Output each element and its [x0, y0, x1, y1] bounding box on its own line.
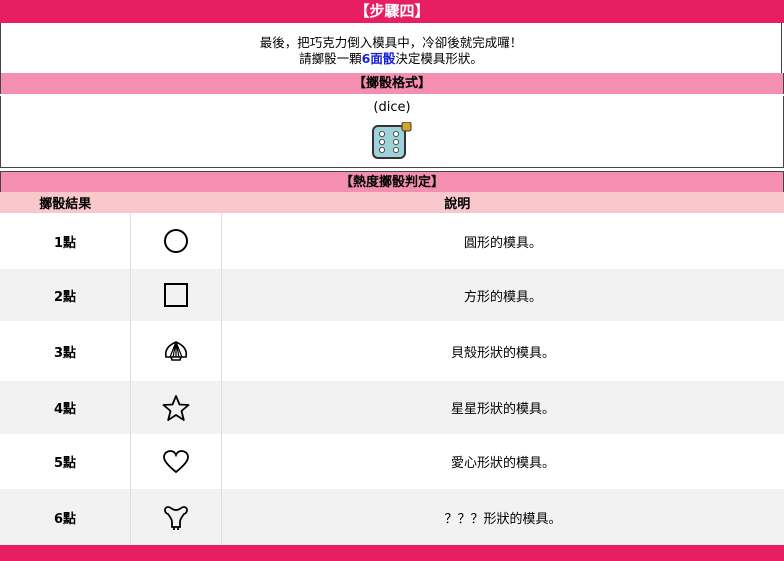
dice-format-title: 【擲骰格式】 — [0, 73, 784, 94]
desc-cell: 方形的模具。 — [221, 269, 784, 321]
intro-line-2-suffix: 決定模具形狀。 — [395, 51, 483, 66]
table-row: 5點 愛心形狀的模具。 — [0, 434, 784, 489]
desc-cell: 貝殼形狀的模具。 — [221, 321, 784, 381]
desc-cell: 圓形的模具。 — [221, 213, 784, 269]
desc-cell: 愛心形狀的模具。 — [221, 434, 784, 489]
result-cell: 2點 — [0, 269, 131, 321]
result-cell: 3點 — [0, 321, 131, 381]
shell-icon — [164, 341, 188, 361]
dice-format-code: (dice) — [373, 100, 411, 115]
table-row: 2點 方形的模具。 — [0, 269, 784, 321]
result-cell: 6點 — [0, 489, 131, 545]
dice-format-area: (dice) — [0, 96, 784, 168]
circle-icon — [164, 229, 188, 253]
dice-icon — [372, 122, 412, 159]
intro-line-2: 請擲骰一顆6面骰決定模具形狀。 — [1, 51, 781, 67]
step-title: 【步驟四】 — [0, 0, 784, 23]
judgement-title: 【熱度擲骰判定】 — [0, 171, 784, 193]
intro-line-2-prefix: 請擲骰一顆 — [299, 51, 362, 66]
judgement-header-row: 擲骰結果 說明 — [0, 192, 784, 213]
heart-icon — [163, 449, 189, 473]
table-row: 3點 貝殼形狀的模具。 — [0, 321, 784, 381]
table-row: 4點 星星形狀的模具。 — [0, 381, 784, 434]
square-icon — [164, 283, 188, 307]
intro-line-1: 最後，把巧克力倒入模具中，冷卻後就完成囉！ — [259, 35, 523, 50]
col-desc-header: 說明 — [130, 192, 784, 213]
mystery-icon — [164, 506, 188, 530]
desc-cell: ？？？形狀的模具。 — [221, 489, 784, 545]
result-cell: 4點 — [0, 381, 131, 434]
desc-cell: 星星形狀的模具。 — [221, 381, 784, 434]
table-row: 1點 圓形的模具。 — [0, 213, 784, 269]
judgement-table: 擲骰結果 說明 1點 圓形的模具。 2點 方形的模具。 3點 貝殼形狀的模具。 … — [0, 192, 784, 545]
intro-text: 最後，把巧克力倒入模具中，冷卻後就完成囉！ 請擲骰一顆6面骰決定模具形狀。 — [0, 23, 782, 73]
col-result-header: 擲骰結果 — [0, 192, 131, 213]
star-icon — [162, 394, 190, 421]
dice-type-highlight: 6面骰 — [361, 51, 396, 66]
result-cell: 5點 — [0, 434, 131, 489]
result-cell: 1點 — [0, 213, 131, 269]
footer-bar — [0, 545, 784, 561]
table-row: 6點 ？？？形狀的模具。 — [0, 489, 784, 545]
